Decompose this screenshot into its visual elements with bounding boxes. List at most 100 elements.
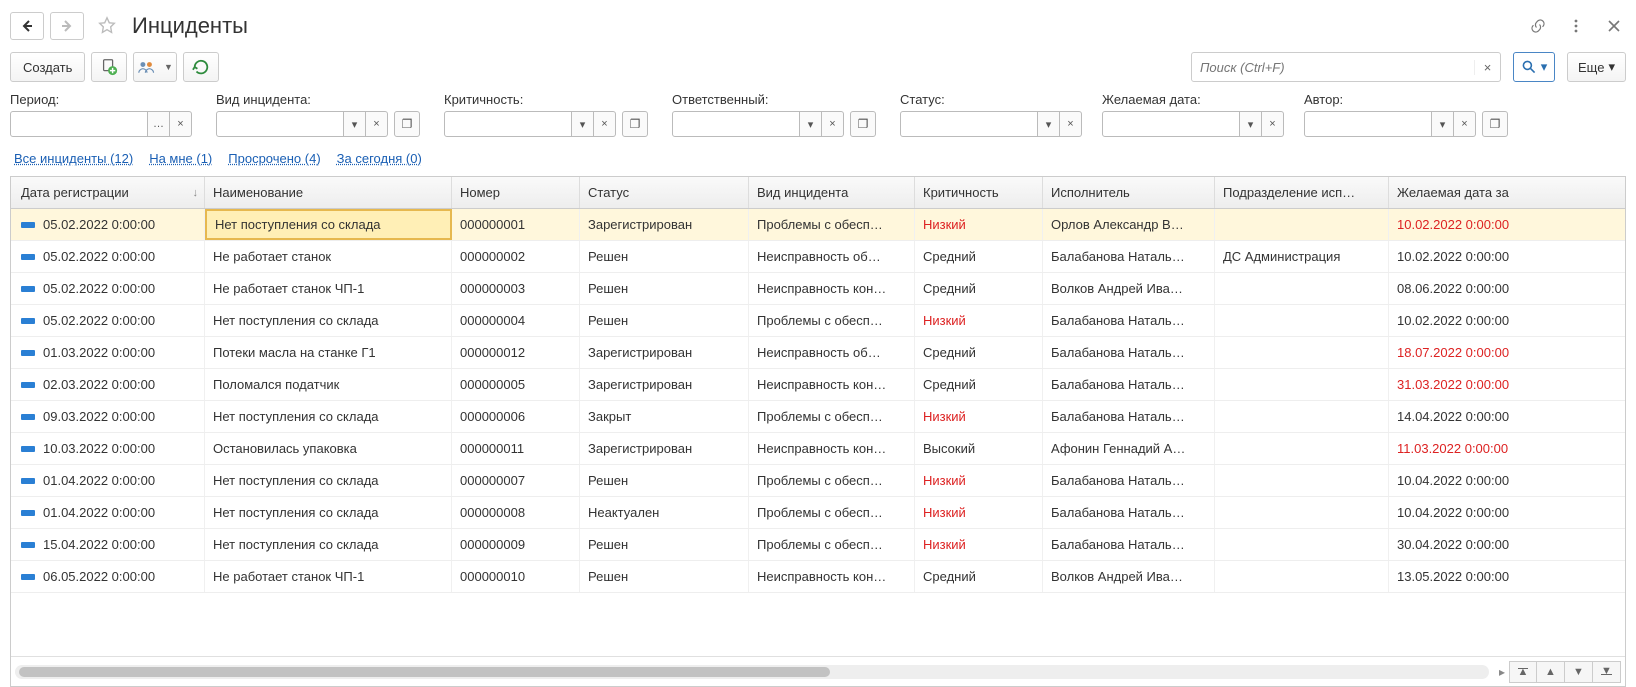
cell-date: 10.03.2022 0:00:00: [11, 433, 205, 464]
filter-resp-popup[interactable]: ❐: [850, 111, 876, 137]
close-icon[interactable]: [1602, 14, 1626, 38]
cell-executor: Волков Андрей Ива…: [1043, 561, 1215, 592]
filter-author-popup[interactable]: ❐: [1482, 111, 1508, 137]
scroll-right-icon[interactable]: ▸: [1499, 665, 1505, 679]
create-button[interactable]: Создать: [10, 52, 85, 82]
filter-resp-drop[interactable]: ▾: [800, 111, 822, 137]
row-status-icon: [21, 446, 35, 452]
more-button-label: Еще: [1578, 60, 1604, 75]
cell-name: Не работает станок: [205, 241, 452, 272]
filter-crit-input[interactable]: [444, 111, 572, 137]
quicklink-mine[interactable]: На мне (1): [149, 151, 212, 166]
filter-status-input[interactable]: [900, 111, 1038, 137]
filter-author-clear[interactable]: ×: [1454, 111, 1476, 137]
nav-up-button[interactable]: ▲: [1537, 661, 1565, 683]
table-row[interactable]: 10.03.2022 0:00:00Остановилась упаковка0…: [11, 433, 1625, 465]
cell-name: Нет поступления со склада: [205, 401, 452, 432]
cell-criticality: Низкий: [915, 209, 1043, 240]
col-name[interactable]: Наименование: [205, 177, 452, 208]
cell-executor: Орлов Александр В…: [1043, 209, 1215, 240]
col-type[interactable]: Вид инцидента: [749, 177, 915, 208]
favorite-star-icon[interactable]: [94, 13, 120, 39]
filter-resp-clear[interactable]: ×: [822, 111, 844, 137]
cell-due: 11.03.2022 0:00:00: [1389, 433, 1559, 464]
quicklink-today[interactable]: За сегодня (0): [337, 151, 422, 166]
horizontal-scrollbar[interactable]: ▸: [15, 665, 1489, 679]
col-criticality[interactable]: Критичность: [915, 177, 1043, 208]
filter-status-drop[interactable]: ▾: [1038, 111, 1060, 137]
search-button[interactable]: ▾: [1513, 52, 1555, 82]
link-icon[interactable]: [1526, 14, 1550, 38]
nav-down-button[interactable]: ▼: [1565, 661, 1593, 683]
col-unit[interactable]: Подразделение исп…: [1215, 177, 1389, 208]
arrow-right-icon: [60, 19, 74, 33]
filter-period-clear[interactable]: ×: [170, 111, 192, 137]
filter-due-clear[interactable]: ×: [1262, 111, 1284, 137]
nav-first-button[interactable]: ▲: [1509, 661, 1537, 683]
cell-number: 000000007: [452, 465, 580, 496]
cell-type: Проблемы с обесп…: [749, 305, 915, 336]
table-row[interactable]: 05.02.2022 0:00:00Нет поступления со скл…: [11, 305, 1625, 337]
cell-due: 31.03.2022 0:00:00: [1389, 369, 1559, 400]
filter-resp-input[interactable]: [672, 111, 800, 137]
search-box[interactable]: ×: [1191, 52, 1501, 82]
cell-due: 30.04.2022 0:00:00: [1389, 529, 1559, 560]
refresh-button[interactable]: [183, 52, 219, 82]
nav-back-button[interactable]: [10, 12, 44, 40]
nav-forward-button[interactable]: [50, 12, 84, 40]
table-row[interactable]: 06.05.2022 0:00:00Не работает станок ЧП-…: [11, 561, 1625, 593]
row-status-icon: [21, 414, 35, 420]
quicklink-all[interactable]: Все инциденты (12): [14, 151, 133, 166]
table-row[interactable]: 09.03.2022 0:00:00Нет поступления со скл…: [11, 401, 1625, 433]
arrow-left-icon: [20, 19, 34, 33]
filter-due-drop[interactable]: ▾: [1240, 111, 1262, 137]
kebab-menu-icon[interactable]: [1564, 14, 1588, 38]
filter-period-pick[interactable]: …: [148, 111, 170, 137]
filter-crit-drop[interactable]: ▾: [572, 111, 594, 137]
nav-last-button[interactable]: ▼: [1593, 661, 1621, 683]
col-status[interactable]: Статус: [580, 177, 749, 208]
filter-crit-clear[interactable]: ×: [594, 111, 616, 137]
cell-number: 000000006: [452, 401, 580, 432]
copy-button[interactable]: [91, 52, 127, 82]
col-executor[interactable]: Исполнитель: [1043, 177, 1215, 208]
filter-crit-popup[interactable]: ❐: [622, 111, 648, 137]
chevron-down-icon: ▼: [164, 62, 173, 72]
cell-unit: [1215, 337, 1389, 368]
search-clear-button[interactable]: ×: [1474, 60, 1500, 75]
table-row[interactable]: 05.02.2022 0:00:00Не работает станок ЧП-…: [11, 273, 1625, 305]
table-row[interactable]: 15.04.2022 0:00:00Нет поступления со скл…: [11, 529, 1625, 561]
scrollbar-thumb[interactable]: [19, 667, 830, 677]
cell-executor: Балабанова Наталь…: [1043, 337, 1215, 368]
table-row[interactable]: 01.04.2022 0:00:00Нет поступления со скл…: [11, 497, 1625, 529]
group-button[interactable]: ▼: [133, 52, 177, 82]
filter-due-input[interactable]: [1102, 111, 1240, 137]
col-date[interactable]: Дата регистрации ↓: [11, 177, 205, 208]
cell-date: 05.02.2022 0:00:00: [11, 209, 205, 240]
people-icon: [138, 59, 156, 75]
col-number[interactable]: Номер: [452, 177, 580, 208]
cell-criticality: Средний: [915, 273, 1043, 304]
filter-author-drop[interactable]: ▾: [1432, 111, 1454, 137]
filter-type-input[interactable]: [216, 111, 344, 137]
filter-author-input[interactable]: [1304, 111, 1432, 137]
cell-name: Нет поступления со склада: [205, 305, 452, 336]
quicklink-overdue[interactable]: Просрочено (4): [228, 151, 320, 166]
cell-type: Неисправность об…: [749, 241, 915, 272]
chevron-down-icon: ▾: [1541, 59, 1548, 75]
filter-type-drop[interactable]: ▾: [344, 111, 366, 137]
table-row[interactable]: 05.02.2022 0:00:00Нет поступления со скл…: [11, 209, 1625, 241]
cell-status: Неактуален: [580, 497, 749, 528]
filter-type-clear[interactable]: ×: [366, 111, 388, 137]
search-input[interactable]: [1192, 53, 1474, 81]
filter-type-popup[interactable]: ❐: [394, 111, 420, 137]
filter-period-input[interactable]: [10, 111, 148, 137]
table-row[interactable]: 01.03.2022 0:00:00Потеки масла на станке…: [11, 337, 1625, 369]
more-button[interactable]: Еще ▾: [1567, 52, 1626, 82]
table-row[interactable]: 01.04.2022 0:00:00Нет поступления со скл…: [11, 465, 1625, 497]
table-row[interactable]: 02.03.2022 0:00:00Поломался податчик0000…: [11, 369, 1625, 401]
filter-status-clear[interactable]: ×: [1060, 111, 1082, 137]
table-row[interactable]: 05.02.2022 0:00:00Не работает станок0000…: [11, 241, 1625, 273]
col-due[interactable]: Желаемая дата за: [1389, 177, 1559, 208]
row-status-icon: [21, 318, 35, 324]
